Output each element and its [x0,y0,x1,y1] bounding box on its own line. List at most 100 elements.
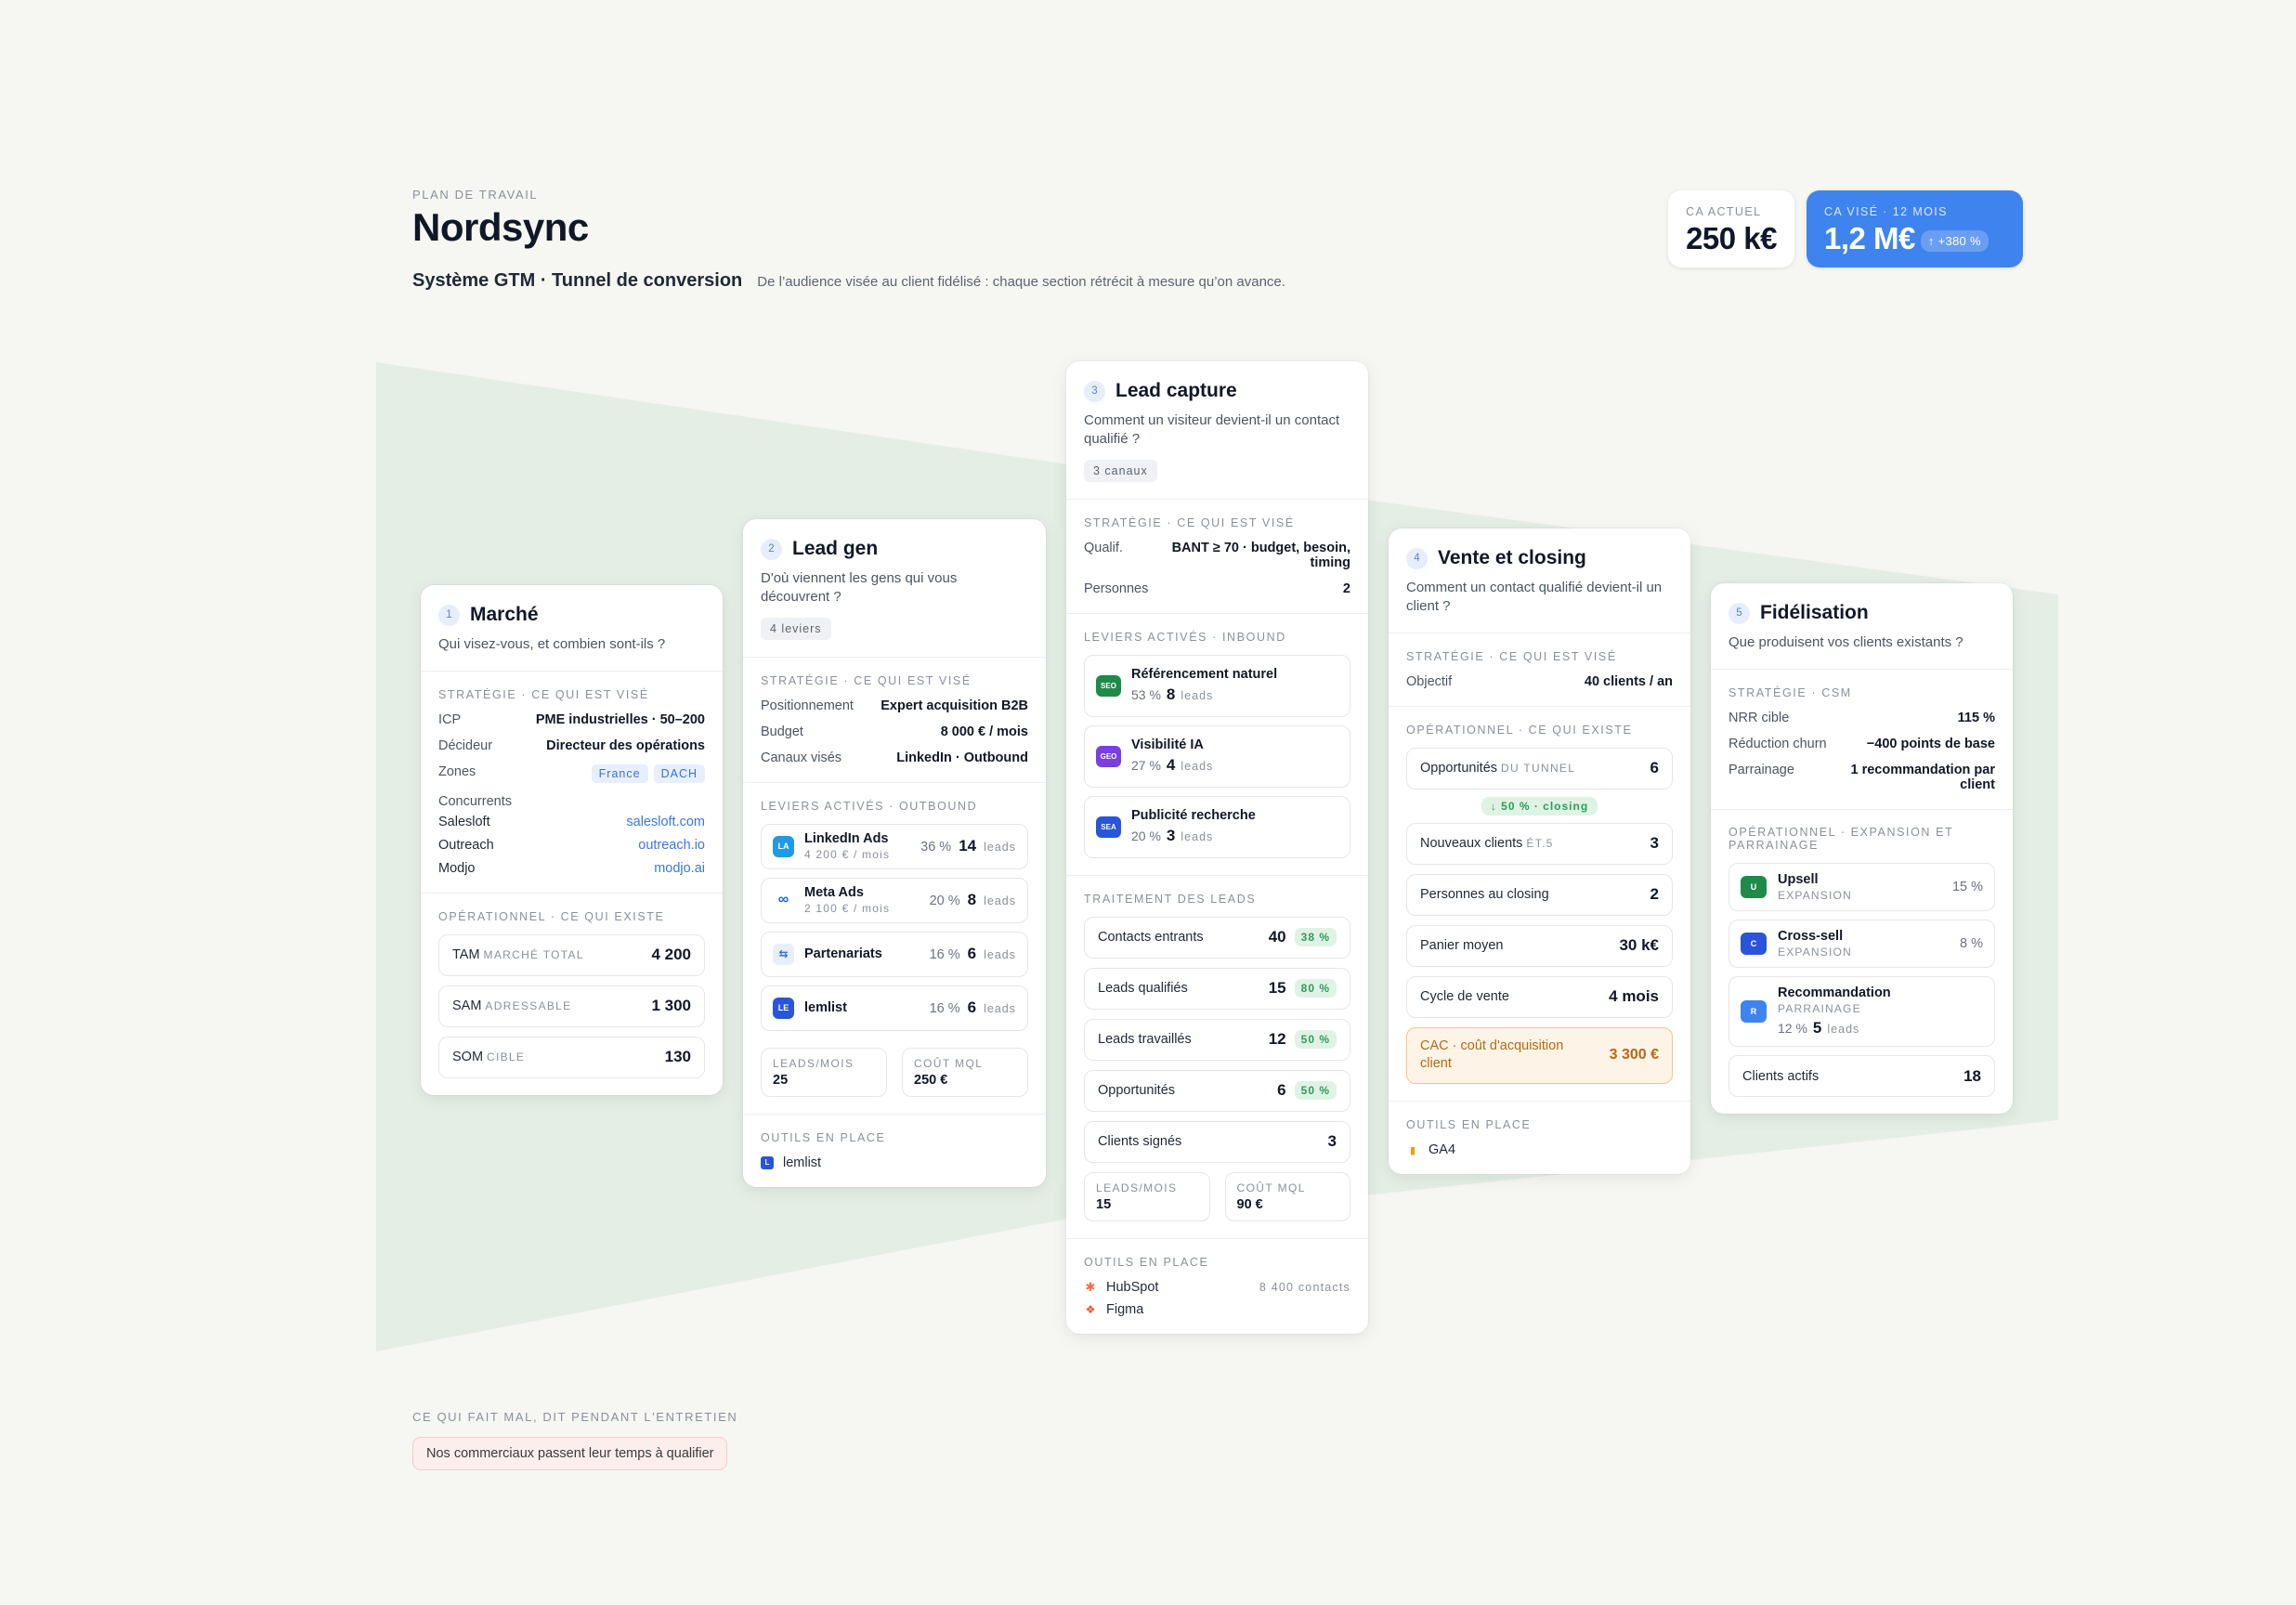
mini-stat-cost: COÛT MQL 250 € [902,1047,1028,1097]
competitor-name: Modjo [438,860,476,876]
recommendation-row[interactable]: R Recommandation PARRAINAGE 12 % 5 leads [1729,976,1995,1048]
zone-tag: DACH [653,763,705,783]
count-pill: 4 leviers [761,617,831,640]
tool-lemlist[interactable]: Llemlist [761,1155,1028,1170]
kv-value: 2 [1342,581,1350,596]
metric-row: SOM CIBLE 130 [438,1036,705,1078]
competitor-link[interactable]: modjo.ai [654,861,705,876]
card-fidelisation: 5 Fidélisation Que produisent vos clients… [1711,583,2013,1115]
metric-row: Cycle de vente 4 mois [1406,975,1673,1018]
kv-value: Directeur des opérations [546,737,705,753]
lever-meta-ads[interactable]: ∞ Meta Ads 2 100 € / mois 20 % 8 leads [761,877,1028,923]
section-title: TRAITEMENT DES LEADS [1084,892,1257,906]
competitor-link[interactable]: salesloft.com [626,815,705,829]
page-subtitle: Système GTM · Tunnel de conversion [412,270,743,291]
kv-value: 8 000 € / mois [940,724,1028,739]
kv-key: Zones [438,763,476,779]
kv-key: ICP [438,711,462,727]
mini-stat-leads: LEADS/MOIS 15 [1084,1171,1210,1221]
metric-row: Panier moyen 30 k€ [1406,924,1673,967]
kv-key: Personnes [1084,581,1149,596]
metric-row: SAM ADRESSABLE 1 300 [438,985,705,1027]
upsell-row[interactable]: U Upsell EXPANSION 15 % [1729,863,1995,912]
figma-icon: ❖ [1084,1302,1097,1316]
step-number: 3 [1084,380,1105,402]
card-vente-closing: 4 Vente et closing Comment un contact qua… [1389,528,1690,1174]
kv-key: NRR cible [1729,710,1790,725]
kv-key: Canaux visés [761,750,842,765]
pain-point-section: CE QUI FAIT MAL, DIT PENDANT L'ENTRETIEN… [412,1410,737,1470]
kpi-group: CA ACTUEL 250 k€ CA VISÉ · 12 MOIS 1,2 M… [1668,190,2023,268]
section-title: OPÉRATIONNEL · EXPANSION ET PARRAINAGE [1729,825,1954,852]
metric-row: Opportunités DU TUNNEL 6 [1406,747,1673,789]
zone-tag: France [591,763,648,783]
lever-sea[interactable]: SEA Publicité recherche 20 % 3 leads [1084,795,1350,858]
handshake-icon: ⇆ [773,943,794,965]
kv-value: 40 clients / an [1584,673,1673,689]
cross-sell-icon: C [1741,933,1767,956]
kv-value: LinkedIn · Outbound [896,750,1028,765]
kpi-label: CA VISÉ · 12 MOIS [1824,205,1948,218]
page-header: PLAN DE TRAVAIL Nordsync Système GTM · T… [412,188,1285,292]
kpi-value: 250 k€ [1686,221,1777,255]
mini-stat-cost: COÛT MQL 90 € [1224,1171,1350,1221]
kv-key: Parrainage [1729,762,1794,777]
lever-lemlist[interactable]: LE lemlist 16 % 6 leads [761,985,1028,1031]
card-question: Que produisent vos clients existants ? [1729,634,1963,650]
lever-linkedin-ads[interactable]: LA LinkedIn Ads 4 200 € / mois 36 % 14 lead… [761,823,1028,869]
section-title: STRATÉGIE · CE QUI EST VISÉ [761,673,972,687]
card-title: Vente et closing [1438,547,1586,568]
card-title: Marché [470,604,539,625]
section-title: STRATÉGIE · CSM [1729,685,1852,699]
card-lead-gen: 2 Lead gen D'où viennent les gens qui vou… [743,519,1046,1187]
metric-row: Contacts entrants 40 38 % [1084,916,1350,959]
meta-icon: ∞ [773,889,794,911]
lever-partenariats[interactable]: ⇆ Partenariats 16 % 6 leads [761,931,1028,977]
kv-value: BANT ≥ 70 · budget, besoin, timing [1171,540,1350,570]
page-title: Nordsync [412,205,589,249]
referral-icon: R [1741,1000,1767,1024]
metric-row: Clients signés 3 [1084,1120,1350,1163]
metric-row: Opportunités 6 50 % [1084,1069,1350,1112]
lever-seo[interactable]: SEO Référencement naturel 53 % 8 leads [1084,654,1350,717]
step-number: 5 [1729,602,1750,624]
section-title: OUTILS EN PLACE [1084,1255,1209,1269]
section-title: OUTILS EN PLACE [761,1130,886,1144]
cross-sell-row[interactable]: C Cross-sell EXPANSION 8 % [1729,920,1995,969]
seo-icon: SEO [1096,674,1121,697]
step-number: 1 [438,604,460,626]
analytics-icon: ▮ [1406,1143,1419,1156]
kpi-label: CA ACTUEL [1686,205,1762,218]
growth-badge: ↑ +380 % [1920,229,1989,252]
section-title: LEVIERS ACTIVÉS · OUTBOUND [761,799,978,813]
lever-geo[interactable]: GEO Visibilité IA 27 % 4 leads [1084,724,1350,788]
tool-figma[interactable]: ❖ Figma [1084,1302,1350,1317]
kv-key: Budget [761,724,803,739]
card-question: D'où viennent les gens qui vous découvre… [761,570,958,605]
section-title: OUTILS EN PLACE [1406,1118,1532,1131]
metric-row: TAM MARCHÉ TOTAL 4 200 [438,933,705,976]
tool-hubspot[interactable]: ✱ HubSpot 8 400 contacts [1084,1280,1350,1295]
cac-highlight: CAC · coût d'acquisition client 3 300 € [1406,1026,1673,1084]
kv-value: PME industrielles · 50–200 [535,711,705,727]
card-title: Lead capture [1115,380,1237,401]
section-title: OPÉRATIONNEL · CE QUI EXISTE [1406,723,1633,737]
mini-stat-leads: LEADS/MOIS 25 [761,1047,887,1097]
tool-ga4[interactable]: ▮ GA4 [1406,1142,1673,1157]
page-eyebrow: PLAN DE TRAVAIL [412,188,539,202]
step-number: 4 [1406,547,1428,569]
card-title: Lead gen [792,538,879,559]
kpi-current-revenue: CA ACTUEL 250 k€ [1668,190,1794,268]
sea-icon: SEA [1096,816,1121,838]
section-title: OPÉRATIONNEL · CE QUI EXISTE [438,909,665,923]
geo-icon: GEO [1096,745,1121,767]
card-question: Comment un visiteur devient-il un contac… [1084,412,1340,447]
card-question: Comment un contact qualifié devient-il u… [1406,580,1663,614]
competitor-link[interactable]: outreach.io [638,838,705,853]
conversion-pill: ↓ 50 % · closing [1481,796,1598,816]
pain-quote-chip: Nos commerciaux passent leur temps à qua… [412,1437,728,1470]
section-title: LEVIERS ACTIVÉS · INBOUND [1084,630,1286,644]
lemlist-icon: L [761,1155,774,1169]
kv-key: Décideur [438,737,493,753]
competitor-name: Outreach [438,837,494,853]
